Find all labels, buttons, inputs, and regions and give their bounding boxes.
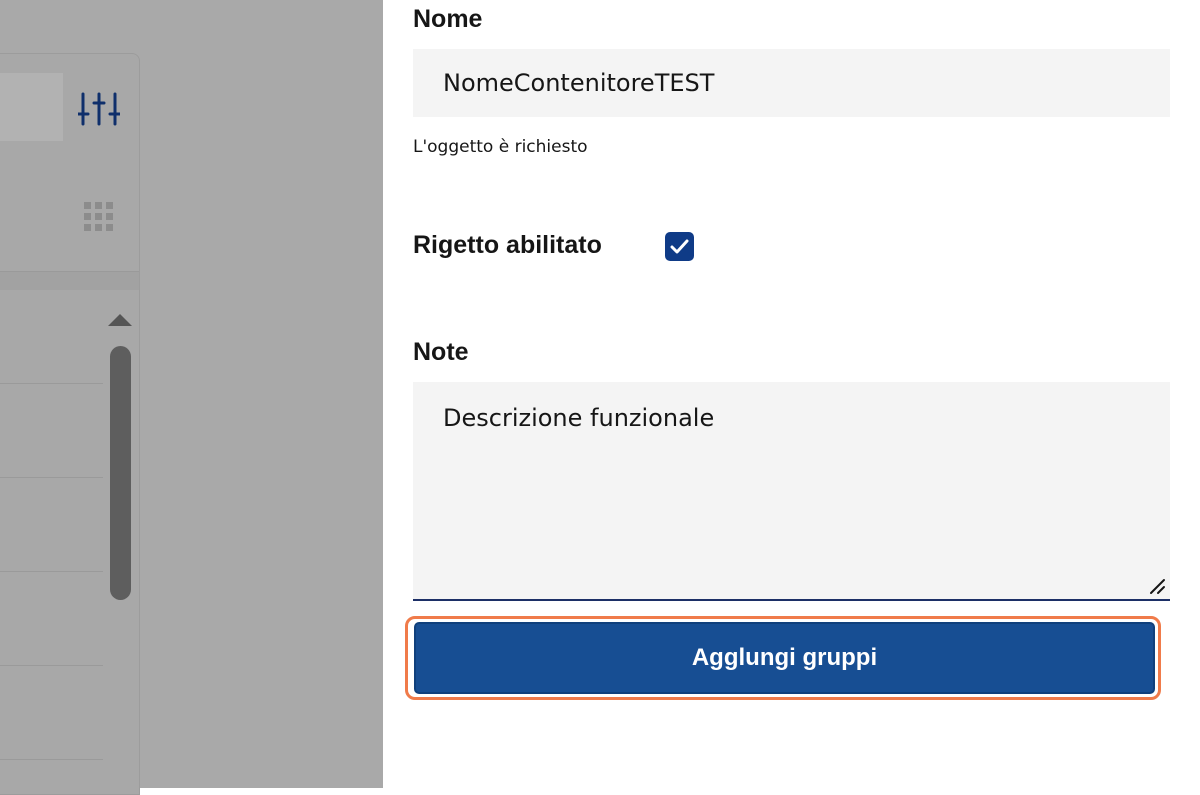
checkmark-icon (670, 239, 689, 254)
name-helper-text: L'oggetto è richiesto (413, 137, 588, 157)
table-header (0, 272, 139, 290)
resize-handle-icon[interactable] (1148, 577, 1166, 595)
rejection-checkbox[interactable] (665, 232, 694, 261)
add-groups-button[interactable]: Agglungi gruppi (414, 622, 1155, 694)
sliders-icon (78, 92, 120, 126)
grid-dots-icon (84, 202, 113, 231)
notes-label: Note (413, 338, 469, 366)
list-item (0, 666, 103, 760)
rejection-label: Rigetto abilitato (413, 231, 602, 259)
list-item (0, 290, 103, 384)
list-item (0, 478, 103, 572)
background-list (0, 290, 103, 760)
list-item (0, 384, 103, 478)
notes-textarea[interactable]: Descrizione funzionale (413, 382, 1170, 601)
notes-text: Descrizione funzionale (443, 404, 715, 432)
background-overlay (0, 0, 383, 795)
caret-up-icon[interactable] (108, 314, 132, 326)
name-label: Nome (413, 5, 483, 33)
name-input[interactable]: NomeContenitoreTEST (413, 49, 1170, 117)
scrollbar-thumb[interactable] (110, 346, 131, 600)
side-panel: Nome NomeContenitoreTEST L'oggetto è ric… (383, 0, 1200, 788)
background-search-field (0, 73, 63, 141)
list-item (0, 572, 103, 666)
